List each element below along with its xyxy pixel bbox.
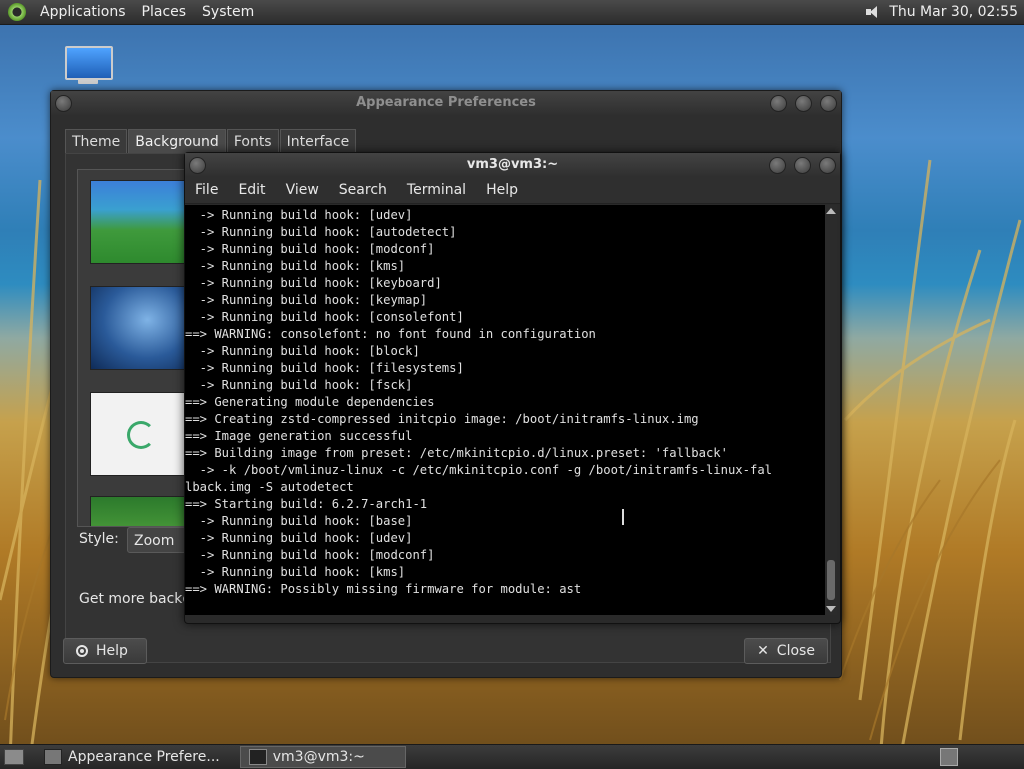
maximize-button[interactable] — [795, 95, 812, 112]
terminal-line: -> Running build hook: [kms] — [185, 565, 406, 579]
appearance-app-icon — [44, 749, 62, 765]
get-more-backgrounds-link[interactable]: Get more backgro — [79, 591, 189, 607]
logo-ring-icon — [127, 421, 155, 449]
maximize-button[interactable] — [794, 157, 811, 174]
help-icon — [76, 645, 88, 657]
terminal-line: -> Running build hook: [kms] — [185, 259, 406, 273]
tab-fonts[interactable]: Fonts — [226, 129, 279, 154]
terminal-menu-view[interactable]: View — [276, 177, 329, 203]
terminal-line: -> Running build hook: [base] — [185, 514, 413, 528]
terminal-line: ==> Building image from preset: /etc/mki… — [185, 446, 728, 460]
scrollbar-thumb[interactable] — [827, 560, 835, 600]
terminal-titlebar[interactable]: vm3@vm3:~ — [185, 153, 840, 177]
terminal-scrollbar[interactable] — [825, 205, 837, 615]
top-panel-tray: Thu Mar 30, 02:55 — [865, 4, 1018, 20]
appearance-window-title: Appearance Preferences — [356, 95, 536, 110]
terminal-line: -> Running build hook: [autodetect] — [185, 225, 457, 239]
show-desktop-icon[interactable] — [4, 749, 24, 765]
top-panel: Applications Places System Thu Mar 30, 0… — [0, 0, 1024, 25]
terminal-line: -> Running build hook: [modconf] — [185, 548, 435, 562]
computer-desktop-icon[interactable] — [64, 46, 113, 90]
bottom-panel: Appearance Prefere... vm3@vm3:~ — [0, 744, 1024, 769]
distro-logo-icon[interactable] — [8, 3, 26, 21]
terminal-line: -> Running build hook: [udev] — [185, 208, 413, 222]
terminal-line: -> Running build hook: [block] — [185, 344, 420, 358]
terminal-line: ==> WARNING: consolefont: no font found … — [185, 327, 596, 341]
close-window-button[interactable] — [820, 95, 837, 112]
monitor-icon — [65, 46, 113, 80]
menu-system[interactable]: System — [194, 0, 262, 24]
minimize-button[interactable] — [769, 157, 786, 174]
terminal-menu-terminal[interactable]: Terminal — [397, 177, 476, 203]
monitor-base — [78, 78, 98, 84]
minimize-button[interactable] — [770, 95, 787, 112]
scroll-down-arrow-icon[interactable] — [826, 606, 836, 612]
taskbar-item-label: Appearance Prefere... — [68, 749, 220, 765]
taskbar-item-terminal[interactable]: vm3@vm3:~ — [239, 746, 406, 768]
wallpaper-thumbnail[interactable] — [90, 496, 186, 526]
terminal-output[interactable]: -> Running build hook: [udev] -> Running… — [185, 205, 827, 615]
text-cursor-icon — [620, 509, 626, 525]
terminal-menu-help[interactable]: Help — [476, 177, 528, 203]
terminal-line: ==> WARNING: Possibly missing firmware f… — [185, 582, 582, 596]
wallpaper-thumbnail[interactable] — [90, 180, 186, 264]
menu-applications[interactable]: Applications — [32, 0, 134, 24]
tab-background[interactable]: Background — [128, 129, 226, 154]
wallpaper-thumbnail[interactable] — [90, 286, 186, 370]
appearance-titlebar[interactable]: Appearance Preferences — [51, 91, 841, 115]
clock[interactable]: Thu Mar 30, 02:55 — [889, 4, 1018, 20]
terminal-window: vm3@vm3:~ File Edit View Search Terminal… — [184, 152, 841, 624]
volume-icon[interactable] — [865, 4, 881, 20]
tab-interface[interactable]: Interface — [279, 129, 357, 154]
terminal-line: ==> Creating zstd-compressed initcpio im… — [185, 412, 699, 426]
terminal-line: -> Running build hook: [keyboard] — [185, 276, 442, 290]
terminal-line: -> -k /boot/vmlinuz-linux -c /etc/mkinit… — [185, 463, 772, 477]
tab-theme[interactable]: Theme — [65, 129, 128, 154]
help-button-label: Help — [96, 643, 128, 659]
terminal-line: ==> Starting build: 6.2.7-arch1-1 — [185, 497, 428, 511]
terminal-line: -> Running build hook: [udev] — [185, 531, 413, 545]
terminal-line: -> Running build hook: [keymap] — [185, 293, 428, 307]
taskbar-item-appearance[interactable]: Appearance Prefere... — [36, 746, 228, 768]
terminal-line: -> Running build hook: [modconf] — [185, 242, 435, 256]
terminal-menubar: File Edit View Search Terminal Help — [185, 177, 840, 204]
workspace-switcher-icon[interactable] — [940, 748, 958, 766]
close-icon: ✕ — [757, 643, 769, 659]
wallpaper-thumbnail[interactable] — [90, 392, 186, 476]
appearance-tabs: Theme Background Fonts Interface — [65, 129, 357, 154]
terminal-line: lback.img -S autodetect — [185, 480, 354, 494]
close-button[interactable]: ✕ Close — [744, 638, 828, 664]
terminal-menu-search[interactable]: Search — [329, 177, 397, 203]
terminal-line: -> Running build hook: [filesystems] — [185, 361, 464, 375]
terminal-line: -> Running build hook: [consolefont] — [185, 310, 464, 324]
style-label: Style: — [79, 531, 119, 547]
terminal-line: ==> Generating module dependencies — [185, 395, 435, 409]
terminal-window-title: vm3@vm3:~ — [466, 157, 559, 172]
terminal-text: -> Running build hook: [udev] -> Running… — [185, 205, 827, 598]
terminal-line: ==> Image generation successful — [185, 429, 413, 443]
close-button-label: Close — [776, 643, 815, 659]
terminal-menu-file[interactable]: File — [185, 177, 228, 203]
wallpaper-list[interactable] — [77, 169, 189, 527]
taskbar-item-label: vm3@vm3:~ — [272, 749, 365, 765]
menu-places[interactable]: Places — [134, 0, 195, 24]
close-window-button[interactable] — [819, 157, 836, 174]
terminal-line: -> Running build hook: [fsck] — [185, 378, 413, 392]
terminal-app-icon — [248, 749, 267, 765]
scroll-up-arrow-icon[interactable] — [826, 208, 836, 214]
help-button[interactable]: Help — [63, 638, 147, 664]
terminal-menu-edit[interactable]: Edit — [228, 177, 275, 203]
